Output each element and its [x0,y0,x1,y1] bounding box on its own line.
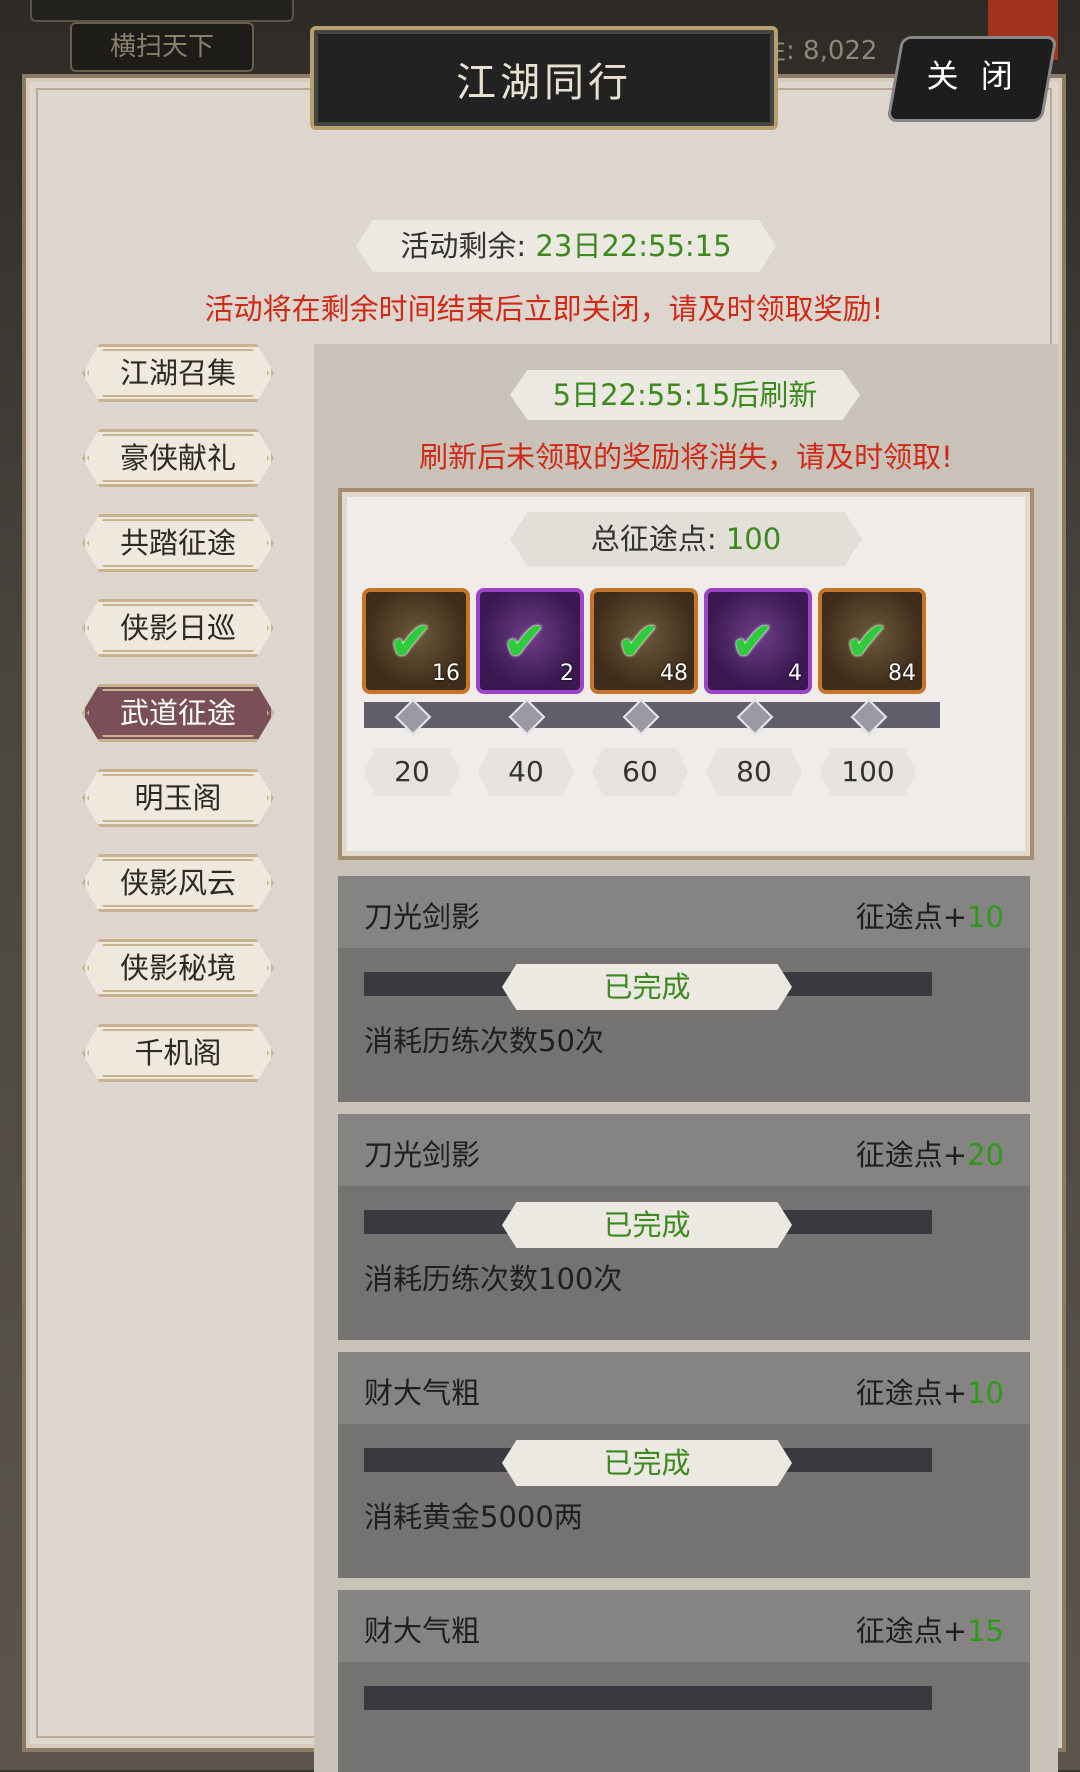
window-title-plate: 江湖同行 [310,26,778,130]
task-points-value: 10 [967,900,1004,934]
refresh-timer: 5日22:55:15后刷新 [510,370,860,420]
task-status-completed[interactable]: 已完成 [502,1440,792,1486]
nav-item-mingyu-ge[interactable]: 明玉阁 [82,769,274,827]
task-card: 刀光剑影 征途点+20 已完成 消耗历练次数100次 [338,1114,1030,1340]
task-points-label: 征途点+ [855,1138,968,1172]
task-card: 财大气粗 征途点+15 [338,1590,1030,1772]
nav-item-jianghu-zhaoji[interactable]: 江湖召集 [82,344,274,402]
task-points-value: 20 [967,1138,1004,1172]
window-title: 江湖同行 [456,60,632,106]
reward-count: 16 [432,661,460,686]
event-panel: 活动剩余: 23日22:55:15 活动将在剩余时间结束后立即关闭，请及时领取奖… [22,74,1066,1772]
task-points: 征途点+20 [856,1132,1004,1174]
task-header: 刀光剑影 征途点+10 [338,876,1030,948]
total-points-value: 100 [725,522,782,556]
close-button[interactable]: 关 闭 [886,36,1058,122]
reward-count: 2 [560,661,574,686]
milestone-label: 60 [592,748,688,796]
milestone-label: 100 [820,748,916,796]
task-name: 刀光剑影 [364,900,481,934]
task-points-value: 15 [967,1614,1004,1648]
check-icon: ✔ [844,610,890,673]
task-name: 财大气粗 [364,1614,481,1648]
nav-item-wudao-zhengtu[interactable]: 武道征途 [82,684,274,742]
milestone-label: 40 [478,748,574,796]
task-points: 征途点+15 [856,1608,1004,1650]
reward-count: 48 [660,661,688,686]
content-area[interactable]: 5日22:55:15后刷新 刷新后未领取的奖励将消失，请及时领取! 总征途点: … [314,344,1058,1772]
reward-item[interactable]: ✔ 48 [590,588,698,694]
task-description: 消耗历练次数50次 [364,1024,604,1058]
task-card: 财大气粗 征途点+10 已完成 消耗黄金5000两 [338,1352,1030,1578]
task-description: 消耗历练次数100次 [364,1262,623,1296]
check-icon: ✔ [730,610,776,673]
task-points-label: 征途点+ [855,1614,968,1648]
nav-item-xiaying-fengyun[interactable]: 侠影风云 [82,854,274,912]
task-header: 财大气粗 征途点+15 [338,1590,1030,1662]
task-name: 财大气粗 [364,1376,481,1410]
side-nav: 江湖召集 豪侠献礼 共踏征途 侠影日巡 武道征途 明玉阁 侠影风云 侠影秘境 千… [82,344,274,1109]
activity-timer-label: 活动剩余: [400,229,527,263]
activity-timer-value: 23日22:55:15 [535,229,732,263]
task-points-label: 征途点+ [855,900,968,934]
activity-warning: 活动将在剩余时间结束后立即关闭，请及时领取奖励! [204,292,884,326]
milestone-label: 80 [706,748,802,796]
task-header: 刀光剑影 征途点+20 [338,1114,1030,1186]
check-icon: ✔ [502,610,548,673]
nav-item-xiaying-mijing[interactable]: 侠影秘境 [82,939,274,997]
task-header: 财大气粗 征途点+10 [338,1352,1030,1424]
task-progress-bar [364,1686,932,1710]
close-button-label: 关 闭 [926,57,1019,95]
reward-item[interactable]: ✔ 16 [362,588,470,694]
reward-item[interactable]: ✔ 2 [476,588,584,694]
milestone-reward-box: 总征途点: 100 ✔ 16 ✔ 2 ✔ 48 ✔ 4 ✔ 84 20 40 6… [338,488,1034,860]
task-points-value: 10 [967,1376,1004,1410]
total-points: 总征途点: 100 [510,512,862,566]
check-icon: ✔ [616,610,662,673]
task-points: 征途点+10 [856,894,1004,936]
reward-count: 84 [888,661,916,686]
task-name: 刀光剑影 [364,1138,481,1172]
activity-timer: 活动剩余: 23日22:55:15 [356,220,776,272]
task-card: 刀光剑影 征途点+10 已完成 消耗历练次数50次 [338,876,1030,1102]
reward-item[interactable]: ✔ 84 [818,588,926,694]
check-icon: ✔ [388,610,434,673]
task-description: 消耗黄金5000两 [364,1500,583,1534]
background-top-banner [30,0,294,22]
total-points-label: 总征途点: [590,522,717,556]
nav-item-qianji-ge[interactable]: 千机阁 [82,1024,274,1082]
nav-item-xiaying-rixun[interactable]: 侠影日巡 [82,599,274,657]
task-points: 征途点+10 [856,1370,1004,1412]
nav-item-gongta-zhengtu[interactable]: 共踏征途 [82,514,274,572]
reward-item[interactable]: ✔ 4 [704,588,812,694]
task-points-label: 征途点+ [855,1376,968,1410]
milestone-label: 20 [364,748,460,796]
refresh-warning: 刷新后未领取的奖励将消失，请及时领取! [419,440,953,474]
reward-count: 4 [788,661,802,686]
task-status-completed[interactable]: 已完成 [502,964,792,1010]
nav-item-haoxia-xianli[interactable]: 豪侠献礼 [82,429,274,487]
background-tab-sweep: 横扫天下 [70,22,254,72]
task-status-completed[interactable]: 已完成 [502,1202,792,1248]
